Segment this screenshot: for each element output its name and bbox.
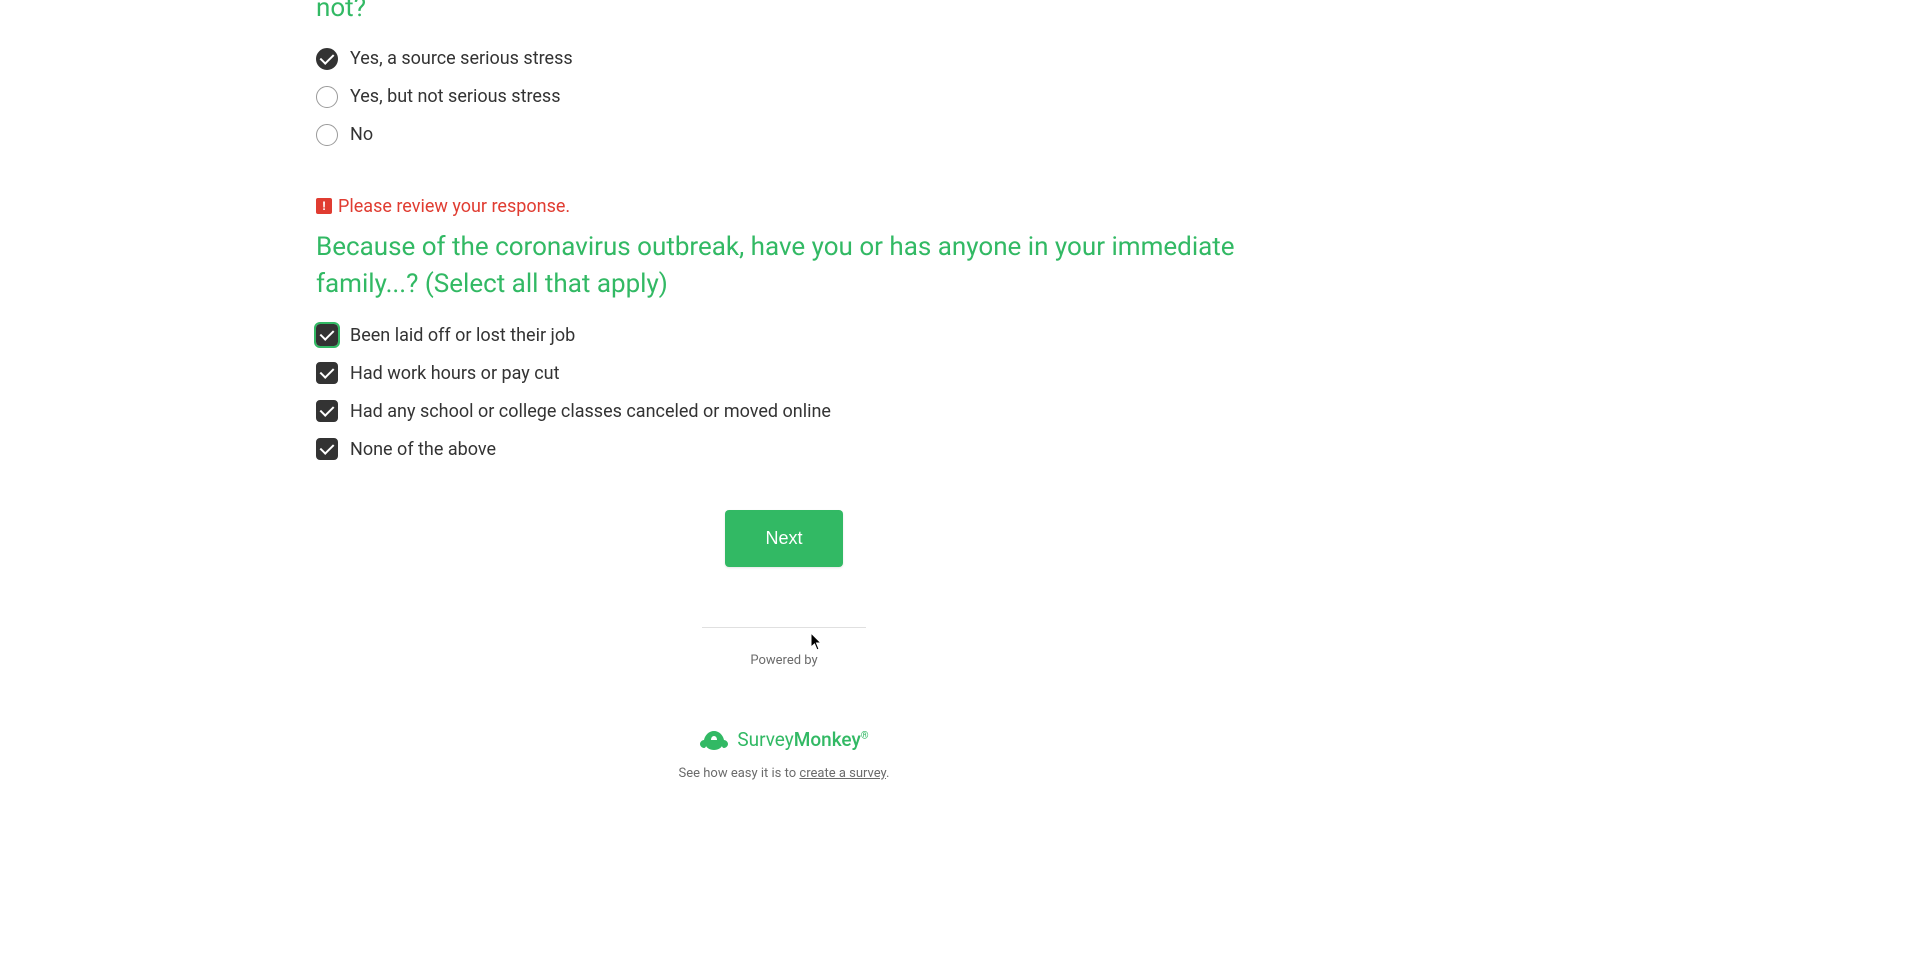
radio-label: Yes, a source serious stress xyxy=(350,48,573,69)
checkbox-input[interactable] xyxy=(316,362,338,384)
checkbox-label: Had any school or college classes cancel… xyxy=(350,401,831,422)
checkbox-input[interactable] xyxy=(316,324,338,346)
error-message: ! Please review your response. xyxy=(316,196,1252,217)
checkbox-option-none[interactable]: None of the above xyxy=(316,438,1252,460)
logo-text: SurveyMonkey® xyxy=(737,728,868,751)
radio-option-yes-not-serious[interactable]: Yes, but not serious stress xyxy=(316,86,1252,108)
checkbox-label: None of the above xyxy=(350,439,496,460)
question2-title: Because of the coronavirus outbreak, hav… xyxy=(316,229,1252,304)
checkbox-option-school-canceled[interactable]: Had any school or college classes cancel… xyxy=(316,400,1252,422)
error-icon: ! xyxy=(316,198,332,214)
radio-label: No xyxy=(350,124,373,145)
powered-by-text: Powered by xyxy=(702,653,866,668)
question2-options: Been laid off or lost their job Had work… xyxy=(316,324,1252,460)
next-button[interactable]: Next xyxy=(725,510,842,567)
next-button-container: Next xyxy=(316,510,1252,567)
error-text: Please review your response. xyxy=(338,196,570,217)
radio-input[interactable] xyxy=(316,48,338,70)
radio-option-no[interactable]: No xyxy=(316,124,1252,146)
create-survey-link[interactable]: create a survey xyxy=(799,766,886,781)
checkbox-label: Been laid off or lost their job xyxy=(350,325,575,346)
checkbox-input[interactable] xyxy=(316,438,338,460)
radio-input[interactable] xyxy=(316,86,338,108)
monkey-icon xyxy=(699,729,729,751)
footer-see-text: See how easy it is to xyxy=(679,766,800,781)
checkbox-option-hours-cut[interactable]: Had work hours or pay cut xyxy=(316,362,1252,384)
survey-container: not? Yes, a source serious stress Yes, b… xyxy=(316,0,1252,567)
question1-options: Yes, a source serious stress Yes, but no… xyxy=(316,48,1252,146)
radio-input[interactable] xyxy=(316,124,338,146)
surveymonkey-logo[interactable]: SurveyMonkey® xyxy=(316,728,1252,751)
radio-option-yes-serious[interactable]: Yes, a source serious stress xyxy=(316,48,1252,70)
footer-cta: See how easy it is to create a survey. xyxy=(316,766,1252,781)
checkbox-option-laid-off[interactable]: Been laid off or lost their job xyxy=(316,324,1252,346)
footer-divider-section: Powered by xyxy=(702,627,866,668)
checkbox-input[interactable] xyxy=(316,400,338,422)
checkbox-label: Had work hours or pay cut xyxy=(350,363,560,384)
radio-label: Yes, but not serious stress xyxy=(350,86,561,107)
question1-title-partial: not? xyxy=(316,0,1252,28)
footer: Powered by SurveyMonkey® See how easy it… xyxy=(316,627,1252,781)
